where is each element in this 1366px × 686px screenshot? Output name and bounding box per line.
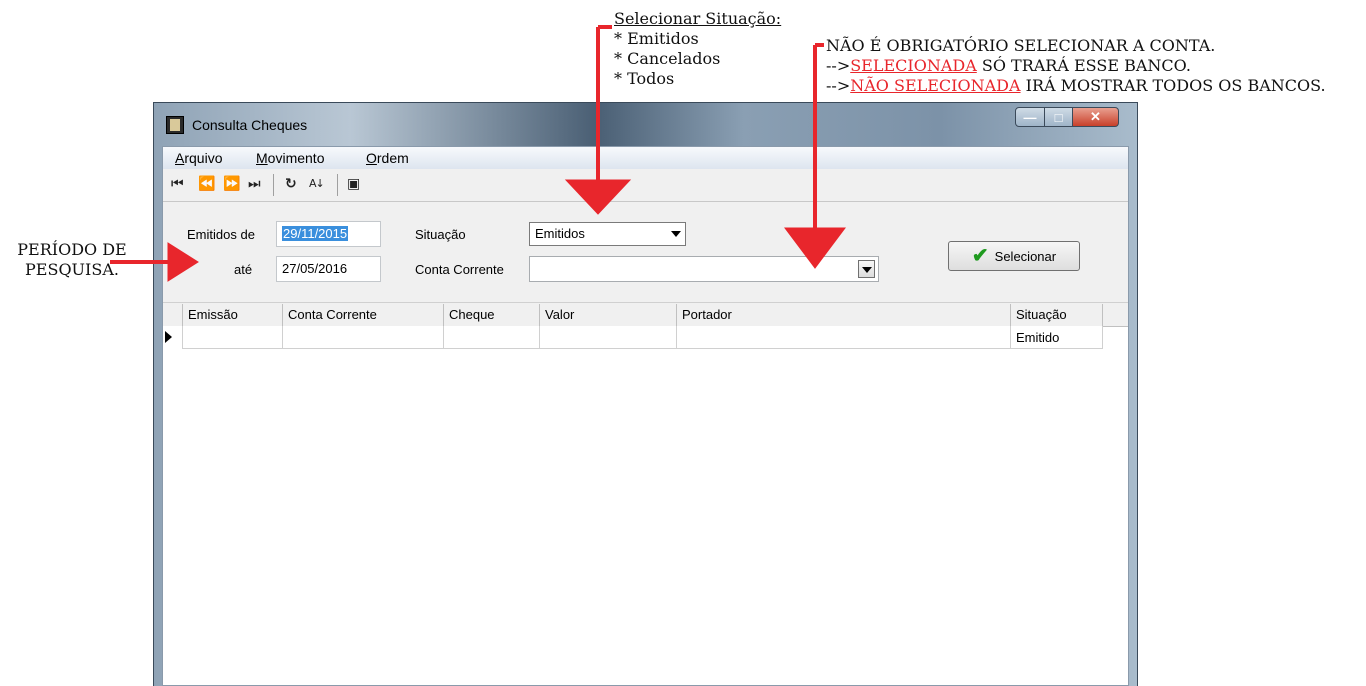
- column-header-conta-corrente[interactable]: Conta Corrente: [283, 304, 444, 326]
- client-area: Arquivo Movimento Ordem ⏮ ⏪ ⏩ ⏭ ↻ A↓ ▣ E…: [162, 146, 1129, 686]
- sort-icon[interactable]: A↓: [309, 177, 325, 190]
- situacao-annotation: Selecionar Situação: * Emitidos * Cancel…: [614, 9, 781, 89]
- toolbar: ⏮ ⏪ ⏩ ⏭ ↻ A↓ ▣: [163, 169, 1128, 202]
- consulta-cheques-window: Consulta Cheques — □ ✕ Arquivo Movimento…: [153, 102, 1138, 686]
- cell-emissao[interactable]: [183, 326, 283, 349]
- menu-arquivo[interactable]: Arquivo: [175, 150, 222, 166]
- toolbar-separator: [273, 174, 274, 196]
- cheques-grid[interactable]: Emissão Conta Corrente Cheque Valor Port…: [163, 304, 1128, 685]
- close-button[interactable]: ✕: [1073, 107, 1119, 127]
- selecionar-button[interactable]: ✔ Selecionar: [948, 241, 1080, 271]
- periodo-annotation-line1: PERÍODO DE: [17, 240, 127, 259]
- cell-valor[interactable]: [540, 326, 677, 349]
- app-icon: [166, 116, 184, 134]
- cell-situacao[interactable]: Emitido: [1011, 326, 1103, 349]
- properties-icon[interactable]: ▣: [347, 176, 360, 192]
- minimize-button[interactable]: —: [1015, 107, 1045, 127]
- window-controls: — □ ✕: [1015, 107, 1119, 129]
- column-header-cheque[interactable]: Cheque: [444, 304, 540, 326]
- situacao-option-cancelados: * Cancelados: [614, 49, 721, 68]
- emitidos-de-label: Emitidos de: [187, 227, 255, 242]
- last-record-icon[interactable]: ⏭: [248, 176, 261, 192]
- refresh-icon[interactable]: ↻: [285, 176, 297, 192]
- periodo-annotation-line2: PESQUISA.: [25, 260, 119, 279]
- row-indicator-header: [163, 304, 183, 326]
- menu-bar: Arquivo Movimento Ordem: [163, 147, 1128, 169]
- column-header-portador[interactable]: Portador: [677, 304, 1011, 326]
- filter-panel: Emitidos de 29/11/2015 até 27/05/2016 Si…: [163, 202, 1128, 303]
- table-row[interactable]: Emitido: [163, 326, 1128, 349]
- cell-portador[interactable]: [677, 326, 1011, 349]
- minimize-icon: —: [1023, 109, 1037, 125]
- checkmark-icon: ✔: [971, 245, 989, 267]
- cell-cheque[interactable]: [444, 326, 540, 349]
- window-title: Consulta Cheques: [192, 117, 308, 133]
- close-icon: ✕: [1090, 109, 1101, 124]
- chevron-down-icon: [671, 231, 681, 237]
- conta-annotation: NÃO É OBRIGATÓRIO SELECIONAR A CONTA. --…: [826, 36, 1326, 96]
- chevron-down-icon[interactable]: [858, 260, 875, 278]
- cell-conta-corrente[interactable]: [283, 326, 444, 349]
- date-to-field[interactable]: 27/05/2016: [276, 256, 381, 282]
- conta-corrente-label: Conta Corrente: [415, 262, 504, 277]
- situacao-option-todos: * Todos: [614, 69, 675, 88]
- title-bar[interactable]: Consulta Cheques — □ ✕: [154, 103, 1137, 143]
- situacao-annotation-heading: Selecionar Situação:: [614, 9, 782, 28]
- next-record-icon[interactable]: ⏩: [223, 176, 240, 192]
- column-header-emissao[interactable]: Emissão: [183, 304, 283, 326]
- first-record-icon[interactable]: ⏮: [171, 176, 184, 192]
- situacao-label: Situação: [415, 227, 466, 242]
- maximize-button[interactable]: □: [1045, 107, 1073, 127]
- situacao-option-emitidos: * Emitidos: [614, 29, 699, 48]
- conta-annotation-line1: NÃO É OBRIGATÓRIO SELECIONAR A CONTA.: [826, 36, 1216, 55]
- column-header-situacao[interactable]: Situação: [1011, 304, 1103, 326]
- grid-header: Emissão Conta Corrente Cheque Valor Port…: [163, 304, 1128, 327]
- menu-ordem[interactable]: Ordem: [366, 150, 409, 166]
- previous-record-icon[interactable]: ⏪: [198, 176, 215, 192]
- conta-annotation-line3: -->NÃO SELECIONADA IRÁ MOSTRAR TODOS OS …: [826, 76, 1326, 95]
- date-from-field[interactable]: 29/11/2015: [276, 221, 381, 247]
- periodo-annotation: PERÍODO DE PESQUISA.: [8, 240, 136, 280]
- conta-annotation-line2: -->SELECIONADA SÓ TRARÁ ESSE BANCO.: [826, 56, 1191, 75]
- maximize-icon: □: [1054, 109, 1063, 125]
- conta-corrente-select[interactable]: [529, 256, 879, 282]
- ate-label: até: [234, 262, 253, 277]
- menu-movimento[interactable]: Movimento: [256, 150, 324, 166]
- current-row-icon: [165, 331, 172, 343]
- column-header-valor[interactable]: Valor: [540, 304, 677, 326]
- situacao-select[interactable]: Emitidos: [529, 222, 686, 246]
- toolbar-separator: [337, 174, 338, 196]
- row-indicator: [163, 326, 183, 349]
